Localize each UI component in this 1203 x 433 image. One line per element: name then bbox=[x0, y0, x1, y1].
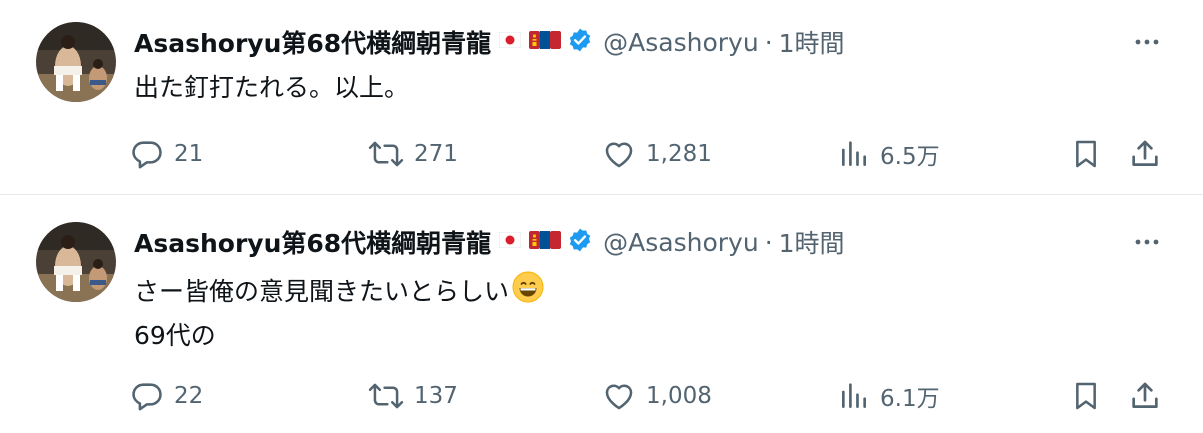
avatar[interactable] bbox=[36, 222, 116, 302]
retweet-button[interactable]: 271 bbox=[368, 134, 458, 174]
tweet-actions: 22 137 1,008 6.1万 bbox=[130, 376, 1173, 416]
reply-button[interactable]: 21 bbox=[130, 134, 203, 174]
tweet-text-line: さー皆俺の意見聞きたいとらしい bbox=[134, 270, 545, 314]
share-button[interactable] bbox=[1128, 134, 1162, 174]
views-count: 6.5万 bbox=[880, 144, 940, 170]
bookmark-button[interactable] bbox=[1070, 376, 1102, 416]
reply-icon bbox=[130, 379, 164, 413]
avatar[interactable] bbox=[36, 22, 116, 102]
tweet-text-line: 69代の bbox=[134, 321, 216, 350]
retweet-button[interactable]: 137 bbox=[368, 376, 458, 416]
tweet-text: 出た釘打たれる。以上。 bbox=[134, 70, 409, 106]
like-button[interactable]: 1,281 bbox=[602, 134, 712, 174]
tweet[interactable]: Asashoryu第68代横綱朝青龍 @Asashoryu · 1時間 出た釘打… bbox=[0, 0, 1203, 195]
retweet-count: 137 bbox=[414, 383, 458, 409]
tweet[interactable]: Asashoryu第68代横綱朝青龍 @Asashoryu · 1時間 さー皆俺… bbox=[0, 196, 1203, 433]
tweet-header: Asashoryu第68代横綱朝青龍 @Asashoryu · 1時間 bbox=[134, 24, 845, 60]
reply-count: 22 bbox=[174, 383, 204, 409]
tweet-actions: 21 271 1,281 6.5万 bbox=[130, 134, 1173, 174]
bookmark-button[interactable] bbox=[1070, 134, 1102, 174]
grinning-face-emoji bbox=[511, 270, 545, 314]
timestamp[interactable]: 1時間 bbox=[779, 224, 845, 260]
separator-dot: · bbox=[764, 27, 773, 57]
retweet-count: 271 bbox=[414, 141, 458, 167]
japan-flag-icon bbox=[498, 31, 522, 52]
views-button[interactable]: 6.5万 bbox=[838, 134, 940, 174]
tweet-header: Asashoryu第68代横綱朝青龍 @Asashoryu · 1時間 bbox=[134, 224, 845, 260]
display-name[interactable]: Asashoryu第68代横綱朝青龍 bbox=[134, 24, 491, 60]
verified-badge-icon[interactable] bbox=[567, 27, 593, 57]
bookmark-icon bbox=[1070, 137, 1102, 171]
japan-flag-icon bbox=[498, 231, 522, 252]
mongolia-flag-icon bbox=[529, 231, 562, 253]
display-name[interactable]: Asashoryu第68代横綱朝青龍 bbox=[134, 224, 491, 260]
tweet-text: さー皆俺の意見聞きたいとらしい 69代の bbox=[134, 270, 545, 354]
like-icon bbox=[602, 379, 636, 413]
reply-button[interactable]: 22 bbox=[130, 376, 203, 416]
tweet-text-content: さー皆俺の意見聞きたいとらしい bbox=[134, 277, 510, 306]
retweet-icon bbox=[368, 137, 404, 171]
reply-count: 21 bbox=[174, 141, 204, 167]
views-button[interactable]: 6.1万 bbox=[838, 376, 940, 416]
share-button[interactable] bbox=[1128, 376, 1162, 416]
timestamp[interactable]: 1時間 bbox=[779, 24, 845, 60]
bookmark-icon bbox=[1070, 379, 1102, 413]
tweet-feed: Asashoryu第68代横綱朝青龍 @Asashoryu · 1時間 出た釘打… bbox=[0, 0, 1203, 433]
handle[interactable]: @Asashoryu bbox=[603, 228, 759, 257]
verified-badge-icon[interactable] bbox=[567, 227, 593, 257]
views-icon bbox=[838, 380, 870, 412]
like-icon bbox=[602, 137, 636, 171]
separator-dot: · bbox=[764, 227, 773, 257]
share-icon bbox=[1128, 379, 1162, 413]
more-icon[interactable] bbox=[1127, 222, 1167, 262]
like-count: 1,008 bbox=[646, 383, 712, 409]
views-count: 6.1万 bbox=[880, 386, 940, 412]
mongolia-flag-icon bbox=[529, 31, 562, 53]
more-icon[interactable] bbox=[1127, 22, 1167, 62]
reply-icon bbox=[130, 137, 164, 171]
views-icon bbox=[838, 138, 870, 170]
share-icon bbox=[1128, 137, 1162, 171]
like-button[interactable]: 1,008 bbox=[602, 376, 712, 416]
tweet-text-line: 出た釘打たれる。以上。 bbox=[134, 73, 410, 102]
like-count: 1,281 bbox=[646, 141, 712, 167]
retweet-icon bbox=[368, 379, 404, 413]
handle[interactable]: @Asashoryu bbox=[603, 28, 759, 57]
